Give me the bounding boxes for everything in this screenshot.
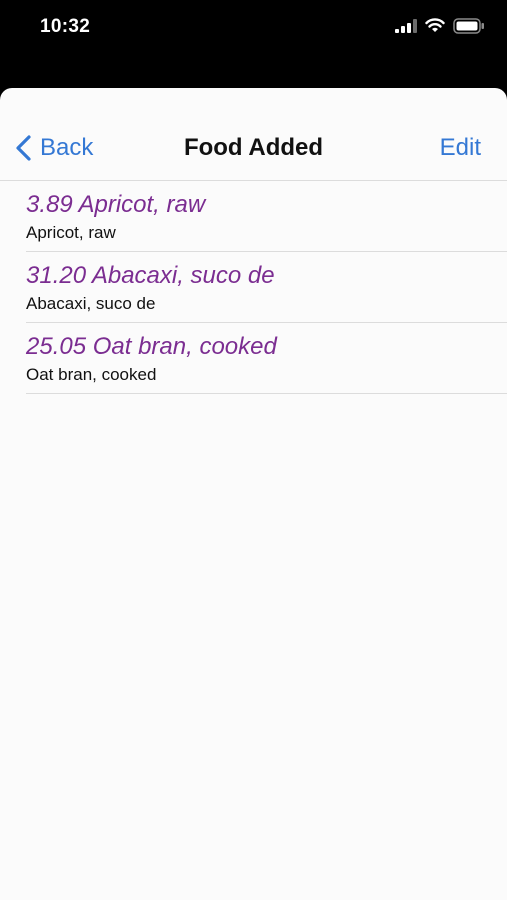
wifi-icon bbox=[425, 18, 445, 38]
navigation-bar: Back Food Added Edit bbox=[0, 88, 507, 181]
item-title: 3.89 Apricot, raw bbox=[26, 191, 206, 218]
item-title: 25.05 Oat bran, cooked bbox=[26, 333, 277, 360]
item-title: 31.20 Abacaxi, suco de bbox=[26, 262, 275, 289]
list-item[interactable]: 25.05 Oat bran, cooked Oat bran, cooked bbox=[26, 323, 507, 394]
modal-sheet: Back Food Added Edit 3.89 Apricot, raw A… bbox=[0, 88, 507, 900]
item-subtitle: Apricot, raw bbox=[26, 223, 116, 242]
battery-icon bbox=[453, 17, 485, 39]
status-time: 10:32 bbox=[40, 16, 91, 37]
item-subtitle: Abacaxi, suco de bbox=[26, 294, 156, 313]
item-subtitle: Oat bran, cooked bbox=[26, 365, 157, 384]
list-item[interactable]: 3.89 Apricot, raw Apricot, raw bbox=[26, 181, 507, 252]
edit-button[interactable]: Edit bbox=[440, 134, 481, 162]
page-title: Food Added bbox=[183, 134, 324, 161]
cellular-signal-icon bbox=[395, 18, 417, 38]
list-item[interactable]: 31.20 Abacaxi, suco de Abacaxi, suco de bbox=[26, 252, 507, 323]
food-list: 3.89 Apricot, raw Apricot, raw 31.20 Aba… bbox=[26, 181, 507, 394]
status-icons bbox=[395, 17, 485, 39]
status-bar: 10:32 bbox=[0, 0, 507, 60]
